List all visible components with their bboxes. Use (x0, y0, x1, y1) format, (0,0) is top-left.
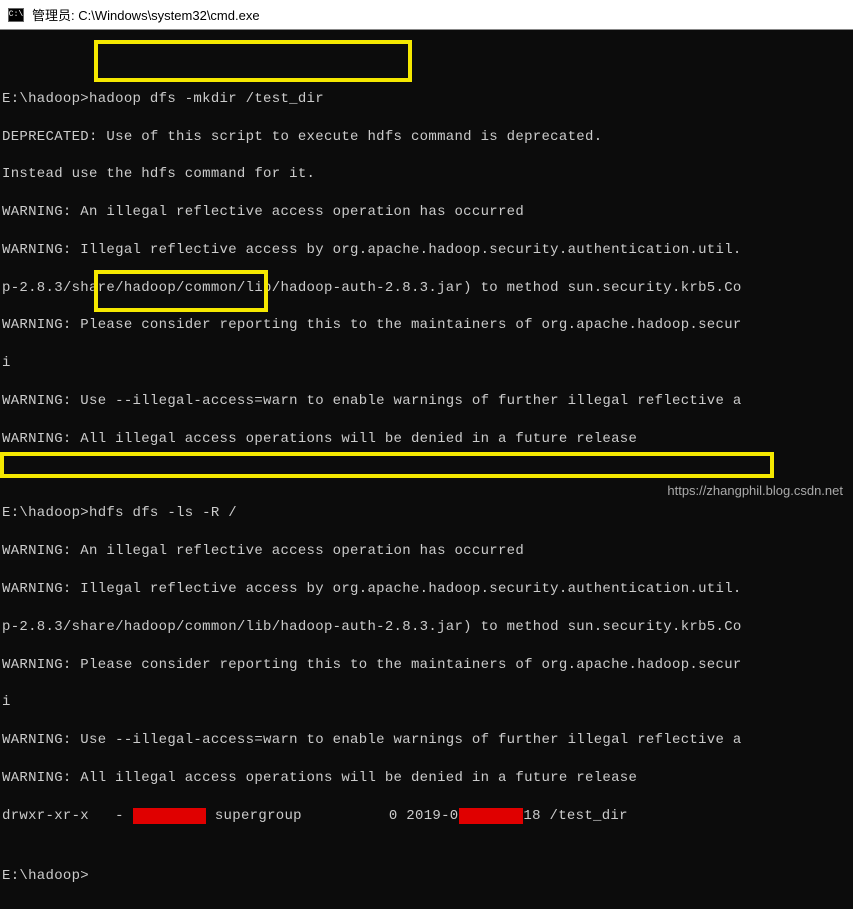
cmd-icon: C:\ (8, 8, 24, 22)
output-line: WARNING: Illegal reflective access by or… (2, 241, 851, 260)
output-line: i (2, 354, 851, 373)
watermark-text: https://zhangphil.blog.csdn.net (667, 483, 843, 498)
output-line: WARNING: All illegal access operations w… (2, 430, 851, 449)
output-line: WARNING: An illegal reflective access op… (2, 203, 851, 222)
terminal-output[interactable]: E:\hadoop>hadoop dfs -mkdir /test_dir DE… (0, 30, 853, 909)
file-path: 18 /test_dir (523, 808, 627, 824)
output-line: WARNING: Use --illegal-access=warn to en… (2, 731, 851, 750)
output-line: WARNING: Illegal reflective access by or… (2, 580, 851, 599)
output-line: WARNING: Please consider reporting this … (2, 316, 851, 335)
command-text: hadoop dfs -mkdir /test_dir (89, 91, 324, 107)
output-line: WARNING: An illegal reflective access op… (2, 542, 851, 561)
output-line: DEPRECATED: Use of this script to execut… (2, 128, 851, 147)
output-line: p-2.8.3/share/hadoop/common/lib/hadoop-a… (2, 279, 851, 298)
file-group: supergroup 0 2019-0 (206, 808, 458, 824)
redacted-date: 3 10 10 (459, 808, 524, 824)
file-permissions: drwxr-xr-x - (2, 808, 133, 824)
output-line: WARNING: Use --illegal-access=warn to en… (2, 392, 851, 411)
output-line: p-2.8.3/share/hadoop/common/lib/hadoop-a… (2, 618, 851, 637)
command-text: hdfs dfs -ls -R / (89, 505, 237, 521)
prompt-line-3: E:\hadoop> (2, 867, 851, 886)
window-title: 管理员: C:\Windows\system32\cmd.exe (32, 5, 260, 24)
output-line: i (2, 693, 851, 712)
redacted-user: zhangphi (133, 808, 207, 824)
prompt-line-1: E:\hadoop>hadoop dfs -mkdir /test_dir (2, 90, 851, 109)
window-titlebar: C:\ 管理员: C:\Windows\system32\cmd.exe (0, 0, 853, 30)
output-line: Instead use the hdfs command for it. (2, 165, 851, 184)
prompt-path: E:\hadoop> (2, 868, 89, 884)
output-line: WARNING: All illegal access operations w… (2, 769, 851, 788)
ls-result-line: drwxr-xr-x - zhangphi supergroup 0 2019-… (2, 807, 851, 826)
prompt-line-2: E:\hadoop>hdfs dfs -ls -R / (2, 504, 851, 523)
output-line: WARNING: Please consider reporting this … (2, 656, 851, 675)
prompt-path: E:\hadoop> (2, 505, 89, 521)
prompt-path: E:\hadoop> (2, 91, 89, 107)
